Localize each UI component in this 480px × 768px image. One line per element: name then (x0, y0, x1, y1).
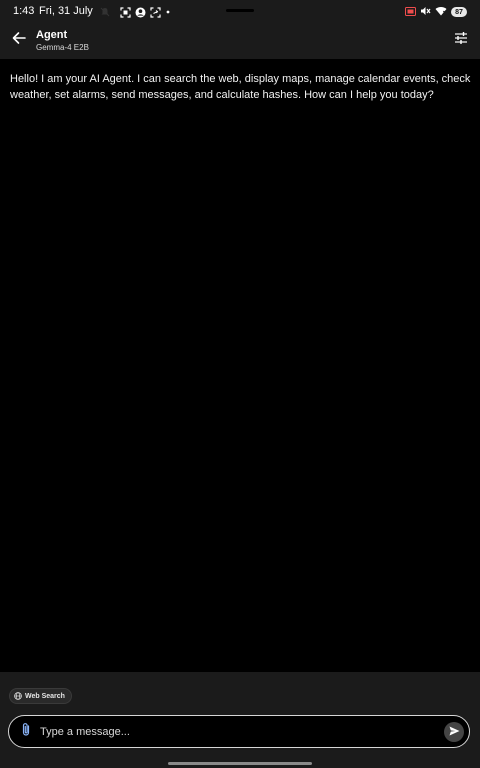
sync-icon (150, 6, 161, 18)
agent-message: Hello! I am your AI Agent. I can search … (10, 73, 471, 101)
app-bar: Agent Gemma-4 E2B (0, 24, 480, 59)
account-icon (135, 7, 146, 18)
status-bar: 1:43 Fri, 31 July 87 (0, 0, 480, 24)
home-indicator[interactable] (168, 762, 312, 765)
volume-off-icon (420, 3, 431, 21)
send-button[interactable] (444, 722, 464, 742)
message-input[interactable] (40, 722, 430, 742)
status-time: 1:43 (13, 5, 35, 17)
send-icon (449, 723, 460, 741)
globe-icon (14, 687, 22, 705)
camera-notch (226, 9, 254, 12)
title-block: Agent Gemma-4 E2B (36, 29, 89, 53)
input-panel: Web Search (0, 672, 480, 768)
message-list[interactable]: Hello! I am your AI Agent. I can search … (0, 59, 480, 672)
tune-icon (454, 31, 468, 49)
web-search-chip[interactable]: Web Search (9, 688, 72, 704)
back-button[interactable] (7, 28, 31, 52)
battery-icon: 87 (451, 7, 467, 17)
dot-icon (165, 9, 171, 15)
settings-button[interactable] (449, 28, 473, 52)
message-composer (8, 715, 470, 748)
status-icons-right: 87 (405, 5, 467, 19)
paperclip-icon (21, 722, 31, 742)
model-name: Gemma-4 E2B (36, 43, 89, 52)
web-search-chip-label: Web Search (25, 692, 65, 700)
status-date: Fri, 31 July (39, 5, 93, 17)
page-title: Agent (36, 29, 68, 41)
attach-button[interactable] (15, 721, 37, 743)
arrow-left-icon (12, 31, 26, 50)
muted-bell-icon (100, 7, 110, 17)
screen: 1:43 Fri, 31 July 87 Agent Gemma-4 E2B H… (0, 0, 480, 768)
wifi-icon (435, 3, 447, 21)
screenshot-icon (120, 6, 131, 18)
status-icons-left (100, 5, 171, 19)
cast-icon (405, 3, 416, 21)
